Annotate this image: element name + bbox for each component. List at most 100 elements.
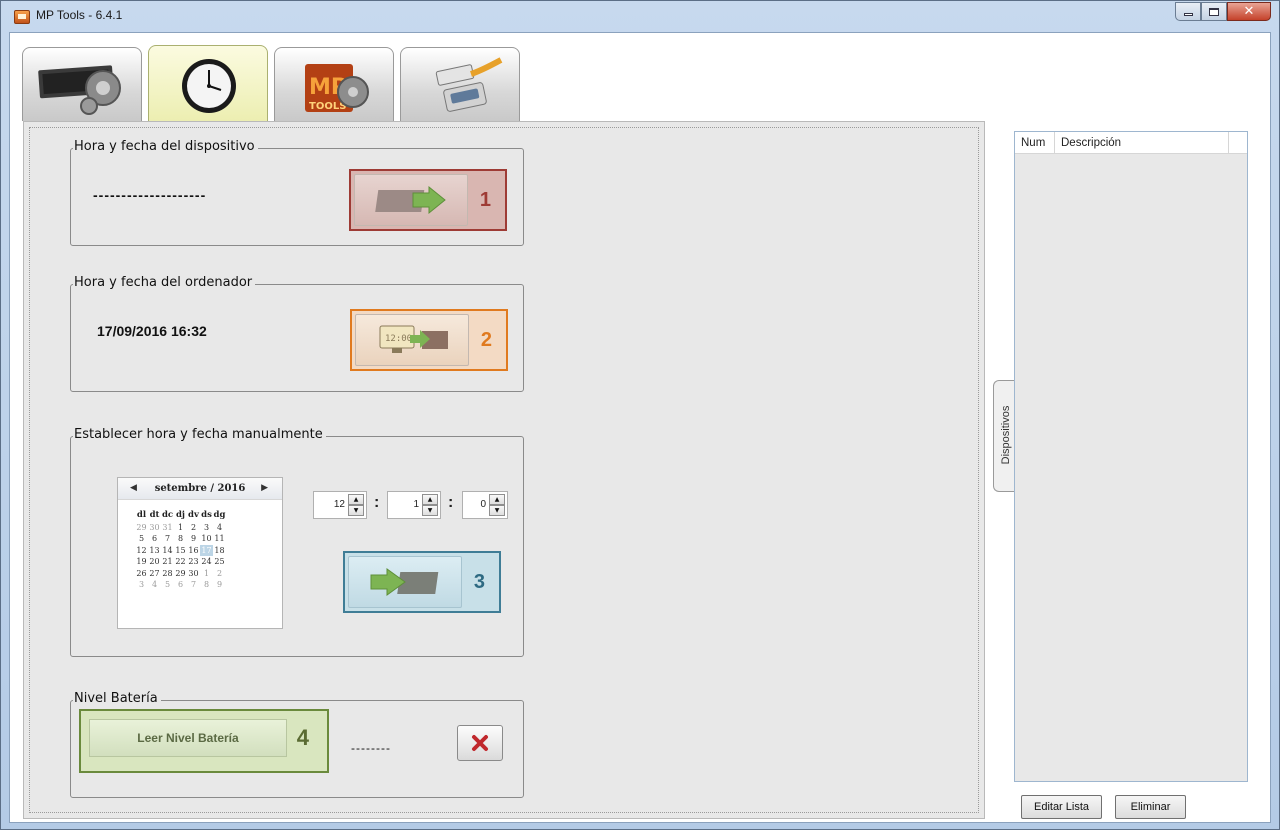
calendar-week: 3456789 (135, 579, 226, 591)
svg-text:TOOLS: TOOLS (309, 101, 346, 112)
minute-value: 1 (413, 499, 419, 510)
tab-date-time[interactable] (148, 45, 268, 123)
calendar-day[interactable]: 12 (135, 545, 148, 557)
computer-time-title: Hora y fecha del ordenador (73, 275, 256, 290)
calendar-day[interactable]: 6 (174, 579, 187, 591)
red-x-icon (472, 735, 488, 751)
calendar-day[interactable]: 4 (213, 522, 226, 534)
hour-down-icon[interactable]: ▼ (348, 505, 364, 516)
calendar-day[interactable]: 6 (148, 533, 161, 545)
calendar-day[interactable]: 16 (187, 545, 200, 557)
calendar-day[interactable]: 9 (187, 533, 200, 545)
calendar-day[interactable]: 15 (174, 545, 187, 557)
second-up-icon[interactable]: ▲ (489, 494, 505, 505)
clear-battery-button[interactable] (457, 725, 503, 761)
calendar-day[interactable]: 18 (213, 545, 226, 557)
calendar-day[interactable]: 22 (174, 556, 187, 568)
button-number-2: 2 (480, 329, 492, 351)
calendar-day[interactable]: 30 (148, 522, 161, 534)
minimize-button[interactable] (1175, 2, 1201, 21)
calendar-day[interactable]: 5 (135, 533, 148, 545)
manual-time-title: Establecer hora y fecha manualmente (73, 427, 326, 442)
edit-list-button[interactable]: Editar Lista (1021, 795, 1102, 819)
calendar-day[interactable]: 8 (174, 533, 187, 545)
hour-spinner[interactable]: 12 ▲ ▼ (313, 491, 367, 519)
calendar-day[interactable]: 3 (135, 579, 148, 591)
calendar-day[interactable]: 29 (135, 522, 148, 534)
tab-connection[interactable] (400, 47, 520, 121)
calendar-header: ◀ setembre / 2016 ▶ (118, 478, 282, 500)
devices-side-tab[interactable]: Dispositivos (993, 380, 1014, 492)
device-list[interactable]: Num Descripción (1014, 131, 1248, 782)
read-device-time-frame: 1 (349, 169, 507, 231)
calendar-day[interactable]: 23 (187, 556, 200, 568)
calendar-day[interactable]: 8 (200, 579, 213, 591)
minute-down-icon[interactable]: ▼ (422, 505, 438, 516)
read-battery-button[interactable]: Leer Nivel Batería (89, 719, 287, 757)
calendar-day[interactable]: 7 (161, 533, 174, 545)
calendar-week: 5 6 7 8 9 10 11 (135, 533, 226, 545)
calendar-day[interactable]: 26 (135, 568, 148, 580)
button-number-1: 1 (479, 189, 491, 211)
calendar-grid: dl dt dc dj dv ds dg 29 30 31 1 2 3 4 5 6 7 8 9 10 11… (135, 510, 226, 591)
calendar-day[interactable]: 10 (200, 533, 213, 545)
calendar-day[interactable]: 13 (148, 545, 161, 557)
column-num[interactable]: Num (1015, 132, 1055, 154)
calendar-day[interactable]: 1 (200, 568, 213, 580)
column-spacer (1229, 132, 1247, 154)
close-window-button[interactable]: ✕ (1227, 2, 1271, 21)
read-device-time-button[interactable] (354, 174, 468, 226)
next-month-icon[interactable]: ▶ (261, 483, 268, 493)
calendar-day[interactable]: 11 (213, 533, 226, 545)
delete-button[interactable]: Eliminar (1115, 795, 1186, 819)
send-manual-time-button[interactable] (348, 556, 462, 608)
calendar-day[interactable]: 4 (148, 579, 161, 591)
calendar-day[interactable]: 28 (161, 568, 174, 580)
client-area: MP TOOLS Hora y fecha del dispositivo --… (9, 32, 1271, 823)
second-down-icon[interactable]: ▼ (489, 505, 505, 516)
read-battery-frame: Leer Nivel Batería 4 (79, 709, 329, 773)
calendar-day[interactable]: 20 (148, 556, 161, 568)
title-bar[interactable]: MP Tools - 6.4.1 ✕ (1, 1, 1279, 31)
calendar-day[interactable]: 7 (187, 579, 200, 591)
svg-text:12:00: 12:00 (385, 334, 412, 344)
calendar-day[interactable]: 25 (213, 556, 226, 568)
calendar-day[interactable]: 24 (200, 556, 213, 568)
calendar-day[interactable]: 29 (174, 568, 187, 580)
send-computer-time-button[interactable]: 12:00 (355, 314, 469, 366)
tab-configuration[interactable] (22, 47, 142, 121)
calendar-day[interactable]: 21 (161, 556, 174, 568)
send-computer-time-frame: 12:00 2 (350, 309, 508, 371)
pc-to-device-arrow-icon: 12:00 (379, 325, 448, 353)
calendar-day[interactable]: 19 (135, 556, 148, 568)
second-spinner[interactable]: 0 ▲ ▼ (462, 491, 508, 519)
calendar-day[interactable]: 1 (174, 522, 187, 534)
calendar-day[interactable]: 17 (200, 544, 213, 556)
minute-up-icon[interactable]: ▲ (422, 494, 438, 505)
calendar-week: 29 30 31 1 2 3 4 (135, 522, 226, 534)
battery-value: -------- (351, 741, 391, 755)
calendar-day[interactable]: 2 (187, 522, 200, 534)
calendar-day[interactable]: 3 (200, 522, 213, 534)
computer-time-group: Hora y fecha del ordenador 17/09/2016 16… (70, 275, 524, 392)
calendar-day[interactable]: 5 (161, 579, 174, 591)
mp-tools-logo-icon: MP TOOLS (285, 54, 385, 116)
calendar-week: 19 20 21 22 23 24 25 (135, 556, 226, 568)
calendar-month-label: setembre / 2016 (154, 483, 246, 494)
calendar-day[interactable]: 27 (148, 568, 161, 580)
calendar-day[interactable]: 9 (213, 579, 226, 591)
maximize-button[interactable] (1201, 2, 1227, 21)
app-icon (14, 10, 30, 24)
minimize-icon (1183, 13, 1193, 16)
column-description[interactable]: Descripción (1055, 132, 1229, 154)
devices-side-tab-label: Dispositivos (1000, 405, 1012, 465)
tab-mp-tools[interactable]: MP TOOLS (274, 47, 394, 121)
calendar-day[interactable]: 14 (161, 545, 174, 557)
calendar-day[interactable]: 31 (161, 522, 174, 534)
hour-up-icon[interactable]: ▲ (348, 494, 364, 505)
calendar[interactable]: ◀ setembre / 2016 ▶ dl dt dc dj dv ds dg… (117, 477, 283, 629)
calendar-day[interactable]: 2 (213, 568, 226, 580)
calendar-week: 26 27 28 29 30 1 2 (135, 568, 226, 580)
calendar-day[interactable]: 30 (187, 568, 200, 580)
minute-spinner[interactable]: 1 ▲ ▼ (387, 491, 441, 519)
